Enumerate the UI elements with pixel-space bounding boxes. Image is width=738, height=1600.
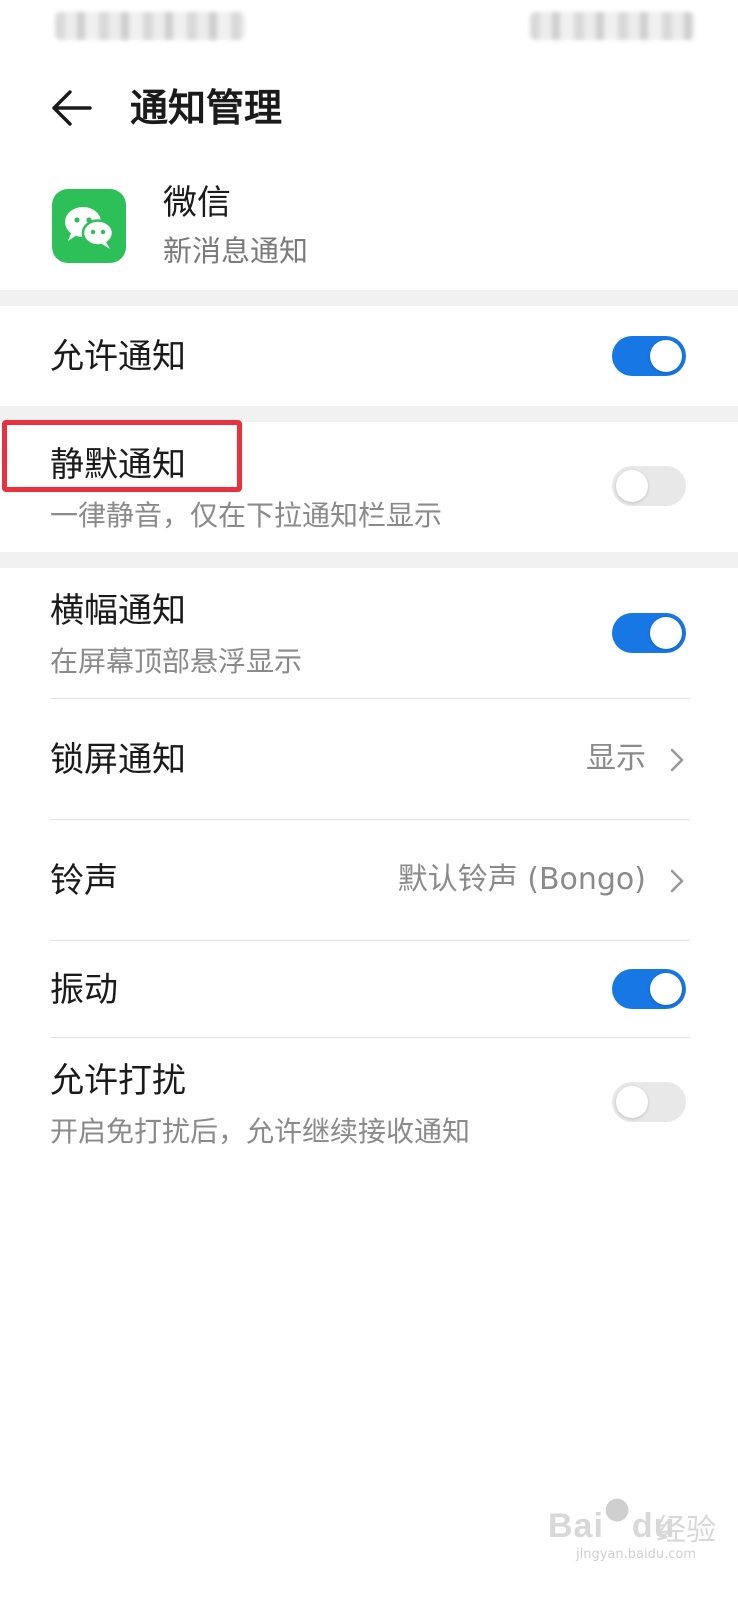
toggle-knob (650, 617, 682, 649)
baidu-jingyan-watermark: Bai du ● 经验 jingyan.baidu.com (548, 1491, 718, 1565)
ringtone-label: 铃声 (50, 861, 118, 901)
ringtone-row[interactable]: 铃声 默认铃声 (Bongo) (0, 820, 738, 940)
arrow-left-icon[interactable] (50, 88, 94, 128)
status-bar-left-blurred (55, 12, 245, 40)
app-info: 微信 新消息通知 (0, 175, 738, 285)
allow-notifications-row[interactable]: 允许通知 (0, 306, 738, 406)
chevron-right-icon (666, 740, 688, 780)
banner-notifications-toggle[interactable] (612, 613, 686, 653)
paw-icon: ● (604, 1491, 631, 1526)
lock-screen-notifications-label: 锁屏通知 (50, 740, 186, 780)
toggle-knob (616, 470, 648, 502)
allow-interruptions-row[interactable]: 允许打扰 开启免打扰后，允许继续接收通知 (0, 1038, 738, 1168)
allow-interruptions-description: 开启免打扰后，允许继续接收通知 (50, 1115, 471, 1148)
watermark-cn: 经验 (656, 1513, 716, 1548)
ringtone-value: 默认铃声 (Bongo) (397, 862, 646, 897)
app-name: 微信 (163, 183, 231, 223)
vibration-toggle[interactable] (612, 969, 686, 1009)
allow-notifications-label: 允许通知 (50, 337, 186, 377)
toggle-knob (650, 340, 682, 372)
banner-notifications-description: 在屏幕顶部悬浮显示 (50, 645, 303, 678)
banner-notifications-row[interactable]: 横幅通知 在屏幕顶部悬浮显示 (0, 568, 738, 698)
vibration-row[interactable]: 振动 (0, 941, 738, 1037)
chevron-right-icon (666, 861, 688, 901)
header: 通知管理 (0, 70, 738, 146)
lock-screen-notifications-value: 显示 (586, 741, 646, 776)
silent-notifications-toggle[interactable] (612, 466, 686, 506)
allow-interruptions-toggle[interactable] (612, 1082, 686, 1122)
watermark-url: jingyan.baidu.com (576, 1547, 696, 1562)
toggle-knob (650, 973, 682, 1005)
vibration-label: 振动 (50, 970, 118, 1010)
status-bar (0, 0, 738, 60)
lock-screen-notifications-row[interactable]: 锁屏通知 显示 (0, 699, 738, 819)
section-divider (0, 552, 738, 568)
toggle-knob (616, 1086, 648, 1118)
allow-notifications-toggle[interactable] (612, 336, 686, 376)
section-divider (0, 290, 738, 306)
highlight-box (2, 420, 242, 492)
wechat-icon (52, 189, 126, 263)
silent-notifications-description: 一律静音，仅在下拉通知栏显示 (50, 499, 443, 532)
allow-interruptions-label: 允许打扰 (50, 1061, 186, 1101)
banner-notifications-label: 横幅通知 (50, 591, 186, 631)
status-bar-right-blurred (530, 12, 695, 40)
app-subtitle: 新消息通知 (163, 234, 309, 268)
page-title: 通知管理 (130, 86, 283, 130)
